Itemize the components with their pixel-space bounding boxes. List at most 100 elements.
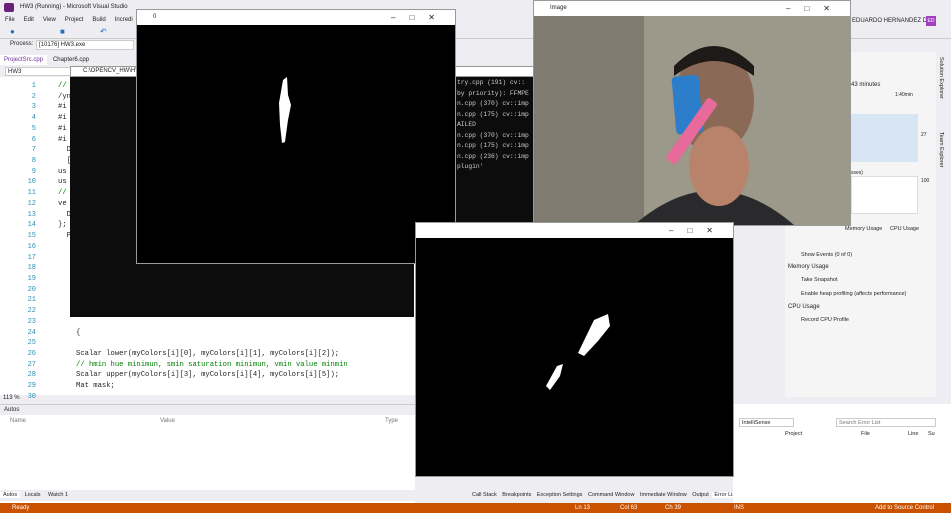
mask-blob-zero <box>279 77 291 143</box>
line-number: 20 <box>27 285 36 294</box>
tab-call-stack[interactable]: Call Stack <box>470 492 499 498</box>
line-number: 8 <box>31 157 36 166</box>
code-line[interactable]: 25 <box>0 338 415 349</box>
autos-col-name[interactable]: Name <box>10 418 26 424</box>
status-source-control[interactable]: Add to Source Control <box>875 503 934 513</box>
mask2-controls[interactable]: –□✕ <box>669 223 727 238</box>
menu-incredibuild[interactable]: Incredi <box>115 17 133 23</box>
line-number: 1 <box>31 82 36 90</box>
code-line[interactable]: 30 <box>0 392 415 403</box>
line-number: 21 <box>27 296 36 305</box>
mask2-titlebar[interactable]: –□✕ <box>416 223 733 238</box>
window-zero-controls[interactable]: –□✕ <box>391 10 449 25</box>
webcam-frame <box>534 16 850 225</box>
record-cpu[interactable]: Record CPU Profile <box>801 317 849 323</box>
image-window-title: Image <box>550 5 567 11</box>
line-number: 7 <box>31 146 36 155</box>
code-line[interactable]: 24 { <box>0 328 415 339</box>
code-line[interactable]: 23 <box>0 317 415 328</box>
cpu-usage-title: CPU Usage <box>788 304 820 310</box>
status-line: Ln 13 <box>575 505 591 511</box>
line-number: 17 <box>27 253 36 262</box>
code-text: Mat mask; <box>76 382 115 391</box>
menu-project[interactable]: Project <box>65 17 84 23</box>
vs-logo-icon <box>4 3 14 12</box>
tab-immediate-window[interactable]: Immediate Window <box>638 492 689 498</box>
enable-heap[interactable]: Enable heap profiling (affects performan… <box>801 291 906 297</box>
console-line: plugin' <box>457 163 484 170</box>
camera-image-window[interactable]: Image –□✕ <box>533 0 851 226</box>
user-name[interactable]: EDUARDO HERNANDEZ DS <box>852 18 931 24</box>
tab-command-window[interactable]: Command Window <box>586 492 636 498</box>
code-line[interactable]: 27 // hmin hue minimun, smin saturation m… <box>0 360 415 371</box>
tab-breakpoints[interactable]: Breakpoints <box>500 492 533 498</box>
menu-file[interactable]: File <box>5 17 15 23</box>
diag-tab-memory[interactable]: Memory Usage <box>845 226 882 232</box>
team-explorer-tab[interactable]: Team Explorer <box>938 132 944 167</box>
menu-build[interactable]: Build <box>92 17 105 23</box>
line-number: 27 <box>27 360 36 369</box>
tab-projectsrc[interactable]: ProjectSrc.cpp <box>0 55 48 65</box>
take-snapshot[interactable]: Take Snapshot <box>801 277 837 283</box>
col-line[interactable]: Line <box>908 431 918 437</box>
tab-chapter6[interactable]: Chapter6.cpp <box>49 55 93 65</box>
console-line: AILED <box>457 121 476 128</box>
line-number: 6 <box>31 135 36 144</box>
tab-watch1[interactable]: Watch 1 <box>45 492 71 498</box>
save-icon[interactable]: ■ <box>60 27 65 36</box>
intellisense-filter[interactable]: IntelliSense <box>739 418 794 427</box>
search-error-list[interactable]: Search Error List <box>836 418 936 427</box>
tab-locals[interactable]: Locals <box>22 492 44 498</box>
line-number: 14 <box>27 221 36 230</box>
image-window-titlebar[interactable]: Image –□✕ <box>534 1 850 16</box>
diag-tab-cpu[interactable]: CPU Usage <box>890 226 919 232</box>
bottom-tabs-left: Autos Locals Watch 1 <box>0 490 470 501</box>
window-zero-titlebar[interactable]: 0 –□✕ <box>137 10 455 25</box>
tab-output[interactable]: Output <box>690 492 711 498</box>
code-text: { <box>76 328 81 337</box>
show-events[interactable]: Show Events (0 of 0) <box>801 252 852 258</box>
col-project[interactable]: Project <box>785 431 802 437</box>
code-text: Scalar lower(myColors[i][0], myColors[i]… <box>76 350 340 358</box>
code-line[interactable]: 28 Scalar upper(myColors[i][3], myColors[… <box>0 370 415 381</box>
line-number: 9 <box>31 167 36 176</box>
autos-title: Autos <box>0 405 415 415</box>
console-output: try.cpp (191) cv:: by priority): FFMPE n.c… <box>455 77 535 227</box>
menu-edit[interactable]: Edit <box>24 17 34 23</box>
line-number: 29 <box>27 382 36 391</box>
zoom-level[interactable]: 113 % <box>3 395 20 401</box>
memory-usage-title: Memory Usage <box>788 264 829 270</box>
user-avatar[interactable]: ED <box>926 16 936 26</box>
code-line[interactable]: 26 Scalar lower(myColors[i][0], myColors[… <box>0 349 415 360</box>
console-body <box>70 77 140 317</box>
undo-icon[interactable]: ↶ <box>100 27 107 36</box>
code-line[interactable]: 29 Mat mask; <box>0 381 415 392</box>
mask-window-zero[interactable]: 0 –□✕ <box>136 9 456 264</box>
image-window-controls[interactable]: –□✕ <box>786 1 844 16</box>
cpu-graph <box>851 176 918 214</box>
menu-view[interactable]: View <box>43 17 56 23</box>
autos-col-type[interactable]: Type <box>385 418 398 424</box>
console-line: n.cpp (236) cv::imp <box>457 152 529 160</box>
side-tabs: Solution Explorer Team Explorer <box>936 52 951 397</box>
mask-canvas-zero <box>137 25 455 263</box>
code-text: Scalar upper(myColors[i][3], myColors[i]… <box>76 371 340 380</box>
col-suppression[interactable]: Su <box>928 431 935 437</box>
console-line: n.cpp (370) cv::imp <box>457 131 529 139</box>
line-number: 12 <box>27 199 36 208</box>
mask-window-two[interactable]: –□✕ <box>415 222 734 477</box>
col-file[interactable]: File <box>861 431 870 437</box>
tab-autos[interactable]: Autos <box>0 492 21 498</box>
diag-time: 43 minutes <box>851 82 881 88</box>
autos-col-value[interactable]: Value <box>160 418 175 424</box>
back-icon[interactable]: ● <box>10 27 15 36</box>
diag-val1: 27 <box>921 132 927 138</box>
status-ch: Ch 39 <box>665 505 682 511</box>
autos-pane: Autos Name Value Type <box>0 404 415 503</box>
console-body-bottom <box>140 262 414 317</box>
process-dropdown[interactable]: [10176] HW3.exe <box>36 40 134 50</box>
line-number: 26 <box>27 350 36 358</box>
solution-explorer-tab[interactable]: Solution Explorer <box>938 57 944 99</box>
tab-exception-settings[interactable]: Exception Settings <box>535 492 585 498</box>
diag-time-short: 1:40min <box>895 92 913 98</box>
